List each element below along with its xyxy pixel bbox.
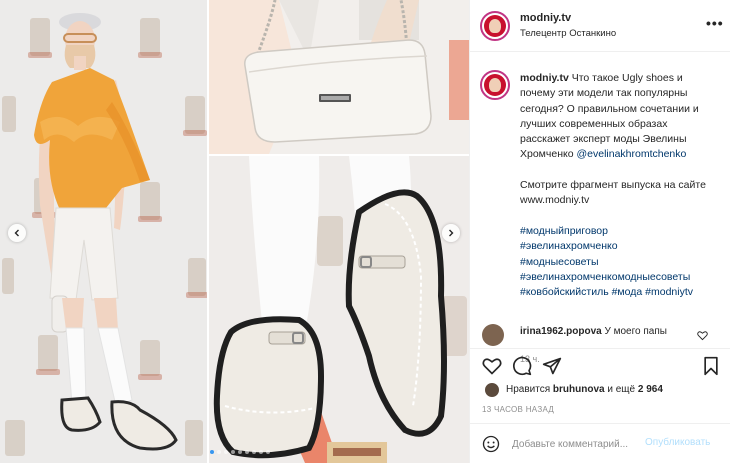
caption-watch-line: Смотрите фрагмент выпуска на сайте www.m… (520, 179, 706, 207)
caption-avatar[interactable] (480, 70, 510, 100)
post-media[interactable] (0, 0, 469, 463)
post-location[interactable]: Телецентр Останкино (520, 28, 616, 39)
likes-suffix: и ещё (607, 384, 636, 395)
heart-icon (482, 358, 502, 375)
photo-model-outfit (0, 0, 207, 463)
caption-username[interactable]: modniy.tv (520, 72, 569, 84)
carousel-dots (210, 450, 270, 454)
hashtag-line: #ковбойскийстиль #мода #modniytv (520, 285, 720, 300)
carousel-dot (252, 450, 256, 454)
likes-user[interactable]: bruhunova (553, 384, 605, 395)
carousel-dot (238, 450, 242, 454)
save-button[interactable] (701, 356, 721, 376)
hashtag-link[interactable]: #эвелинахромченкомодныесоветы (520, 270, 720, 285)
carousel-dot (217, 450, 221, 454)
caption-text: modniy.tv Что такое Ugly shoes и почему … (520, 71, 720, 300)
liker-avatar[interactable] (484, 382, 500, 398)
share-icon (542, 357, 562, 375)
hashtag-list: #модныйприговор #эвелинахромченко #модныес… (520, 224, 720, 300)
likes-prefix: Нравится (506, 384, 551, 395)
comment-button[interactable] (512, 356, 532, 376)
carousel-dot (231, 450, 235, 454)
carousel-dot (266, 450, 270, 454)
chevron-right-icon (449, 229, 454, 237)
hashtag-link[interactable]: #мода (612, 286, 643, 298)
caption-mention[interactable]: @evelinakhromtchenko (576, 148, 686, 160)
author-username[interactable]: modniy.tv (520, 12, 571, 24)
carousel-prev-button[interactable] (8, 224, 26, 242)
shoes-closeup-image (209, 156, 469, 463)
emoji-icon[interactable] (482, 435, 500, 453)
hashtag-link[interactable]: #modniytv (645, 286, 693, 298)
likes-text[interactable]: Нравится bruhunova и ещё 2 964 (506, 384, 663, 395)
comment-body: У моего папы (604, 326, 667, 337)
post-timestamp[interactable]: 13 ЧАСОВ НАЗАД (482, 405, 554, 414)
comment-row: irina1962.popova У моего папы (470, 318, 730, 348)
chevron-left-icon (14, 229, 19, 237)
hashtag-link[interactable]: #модныесоветы (520, 255, 720, 270)
comment-icon (513, 356, 532, 376)
post-header: modniy.tv Телецентр Останкино ••• (470, 0, 730, 52)
photo-shoes-closeup (209, 156, 469, 463)
hashtag-link[interactable]: #эвелинахромченко (520, 239, 720, 254)
photo-handbag (209, 0, 469, 154)
add-comment-bar: Опубликовать (470, 423, 730, 463)
carousel-dot (259, 450, 263, 454)
carousel-dot (224, 450, 228, 454)
commenter-username[interactable]: irina1962.popova (520, 326, 602, 337)
post-sidebar: modniy.tv Телецентр Останкино ••• modniy… (469, 0, 730, 463)
post-actions (470, 348, 730, 378)
hashtag-link[interactable]: #ковбойскийстиль (520, 286, 609, 298)
share-button[interactable] (542, 356, 562, 376)
publish-button[interactable]: Опубликовать (645, 437, 710, 448)
like-button[interactable] (482, 356, 502, 376)
commenter-avatar[interactable] (482, 324, 504, 346)
comment-input[interactable] (512, 435, 642, 453)
comment-text: irina1962.popova У моего папы (520, 326, 667, 337)
model-outfit-image (2, 13, 207, 456)
hashtag-link[interactable]: #модныйприговор (520, 224, 720, 239)
bookmark-icon (704, 356, 718, 376)
comment-like-icon[interactable] (697, 330, 708, 341)
more-options-button[interactable]: ••• (706, 15, 724, 31)
likes-count[interactable]: 2 964 (638, 384, 663, 395)
likes-summary: Нравится bruhunova и ещё 2 964 (470, 380, 730, 400)
handbag-image (209, 0, 469, 154)
carousel-dot (245, 450, 249, 454)
carousel-dot (210, 450, 214, 454)
carousel-next-button[interactable] (442, 224, 460, 242)
author-avatar[interactable] (480, 11, 510, 41)
